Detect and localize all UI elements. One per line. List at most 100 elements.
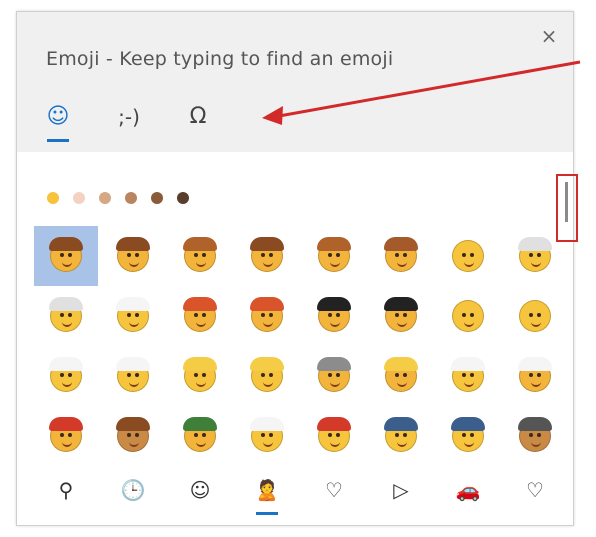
- emoji-cell[interactable]: [235, 346, 299, 406]
- emoji-cell[interactable]: [101, 406, 165, 466]
- tab-kaomoji[interactable]: ;-): [105, 100, 153, 148]
- emoji-cell[interactable]: [34, 286, 98, 346]
- emoji-eye: [470, 433, 474, 437]
- emoji-eye: [403, 253, 407, 257]
- emoji-face-icon: [250, 417, 284, 452]
- category-travel-button[interactable]: 🚗: [436, 478, 500, 520]
- emoji-hair: [451, 357, 485, 371]
- emoji-eye: [194, 433, 198, 437]
- emoji-cell[interactable]: [503, 346, 567, 406]
- emoji-eye: [60, 253, 64, 257]
- emoji-cell[interactable]: [168, 406, 232, 466]
- emoji-mouth: [196, 261, 206, 267]
- emoji-eye: [395, 433, 399, 437]
- emoji-mouth: [397, 261, 407, 267]
- emoji-eye: [336, 433, 340, 437]
- emoji-face-icon: [317, 417, 351, 452]
- category-search-icon: ⚲: [58, 478, 74, 502]
- emoji-cell[interactable]: [436, 346, 500, 406]
- emoji-mouth: [531, 441, 541, 447]
- skin-tone-dot[interactable]: [47, 192, 59, 204]
- emoji-hair: [49, 297, 83, 311]
- skin-tone-dot[interactable]: [177, 192, 189, 204]
- emoji-hair: [116, 357, 150, 371]
- emoji-cell[interactable]: [235, 286, 299, 346]
- emoji-hair: [317, 357, 351, 371]
- emoji-cell[interactable]: [101, 346, 165, 406]
- emoji-mouth: [129, 441, 139, 447]
- emoji-cell[interactable]: [168, 286, 232, 346]
- emoji-face-icon: [49, 237, 83, 272]
- emoji-hair: [250, 417, 284, 431]
- emoji-mouth: [397, 441, 407, 447]
- emoji-cell[interactable]: [101, 226, 165, 286]
- emoji-cell[interactable]: [302, 406, 366, 466]
- emoji-cell[interactable]: [369, 286, 433, 346]
- emoji-eye: [202, 313, 206, 317]
- emoji-mouth: [464, 381, 474, 387]
- emoji-eye: [462, 253, 466, 257]
- emoji-cell[interactable]: [34, 226, 98, 286]
- emoji-cell[interactable]: [503, 286, 567, 346]
- emoji-cell[interactable]: [101, 286, 165, 346]
- emoji-eye: [462, 373, 466, 377]
- emoji-eye: [537, 313, 541, 317]
- emoji-cell[interactable]: [168, 346, 232, 406]
- skin-tone-dot[interactable]: [125, 192, 137, 204]
- emoji-cell[interactable]: [302, 226, 366, 286]
- scrollbar[interactable]: [556, 174, 578, 242]
- emoji-cell[interactable]: [436, 286, 500, 346]
- emoji-mouth: [330, 261, 340, 267]
- emoji-hair: [384, 417, 418, 431]
- emoji-face-icon: [518, 237, 552, 272]
- emoji-eye: [529, 433, 533, 437]
- emoji-cell[interactable]: [436, 406, 500, 466]
- emoji-mouth: [62, 261, 72, 267]
- emoji-face-icon: [317, 297, 351, 332]
- tab-emoji[interactable]: ☺: [41, 100, 75, 148]
- emoji-mouth: [397, 321, 407, 327]
- close-icon[interactable]: ×: [539, 26, 559, 46]
- emoji-mouth: [330, 441, 340, 447]
- emoji-eye: [135, 373, 139, 377]
- category-symbols-button[interactable]: ♡: [503, 478, 567, 520]
- emoji-face-icon: [518, 417, 552, 452]
- emoji-eye: [202, 433, 206, 437]
- emoji-cell[interactable]: [235, 226, 299, 286]
- emoji-face-icon: [183, 237, 217, 272]
- category-recent-button[interactable]: 🕒: [101, 478, 165, 520]
- emoji-eye: [194, 313, 198, 317]
- emoji-cell[interactable]: [436, 226, 500, 286]
- emoji-face-icon: [116, 417, 150, 452]
- emoji-eye: [336, 313, 340, 317]
- emoji-cell[interactable]: [302, 346, 366, 406]
- emoji-eye: [60, 433, 64, 437]
- emoji-hair: [49, 237, 83, 251]
- emoji-panel-header: Emoji - Keep typing to find an emoji × ☺…: [17, 12, 573, 152]
- emoji-cell[interactable]: [302, 286, 366, 346]
- emoji-eye: [336, 373, 340, 377]
- emoji-cell[interactable]: [369, 346, 433, 406]
- category-celebrations-button[interactable]: ♡: [302, 478, 366, 520]
- emoji-cell[interactable]: [369, 406, 433, 466]
- skin-tone-dot[interactable]: [99, 192, 111, 204]
- emoji-cell[interactable]: [503, 406, 567, 466]
- emoji-mouth: [531, 261, 541, 267]
- emoji-cell[interactable]: [235, 406, 299, 466]
- emoji-face-icon: [452, 300, 484, 332]
- category-food-button[interactable]: ▷: [369, 478, 433, 520]
- emoji-eye: [537, 433, 541, 437]
- emoji-cell[interactable]: [168, 226, 232, 286]
- emoji-hair: [317, 297, 351, 311]
- category-smileys-button[interactable]: ☺: [168, 478, 232, 520]
- emoji-cell[interactable]: [34, 406, 98, 466]
- skin-tone-dot[interactable]: [151, 192, 163, 204]
- emoji-smiley-tab-icon: ☺: [46, 104, 70, 129]
- category-people-button[interactable]: 🙎: [235, 478, 299, 520]
- emoji-cell[interactable]: [369, 226, 433, 286]
- category-search-button[interactable]: ⚲: [34, 478, 98, 520]
- emoji-face-icon: [451, 357, 485, 392]
- tab-symbols[interactable]: Ω: [181, 100, 215, 148]
- skin-tone-dot[interactable]: [73, 192, 85, 204]
- emoji-cell[interactable]: [34, 346, 98, 406]
